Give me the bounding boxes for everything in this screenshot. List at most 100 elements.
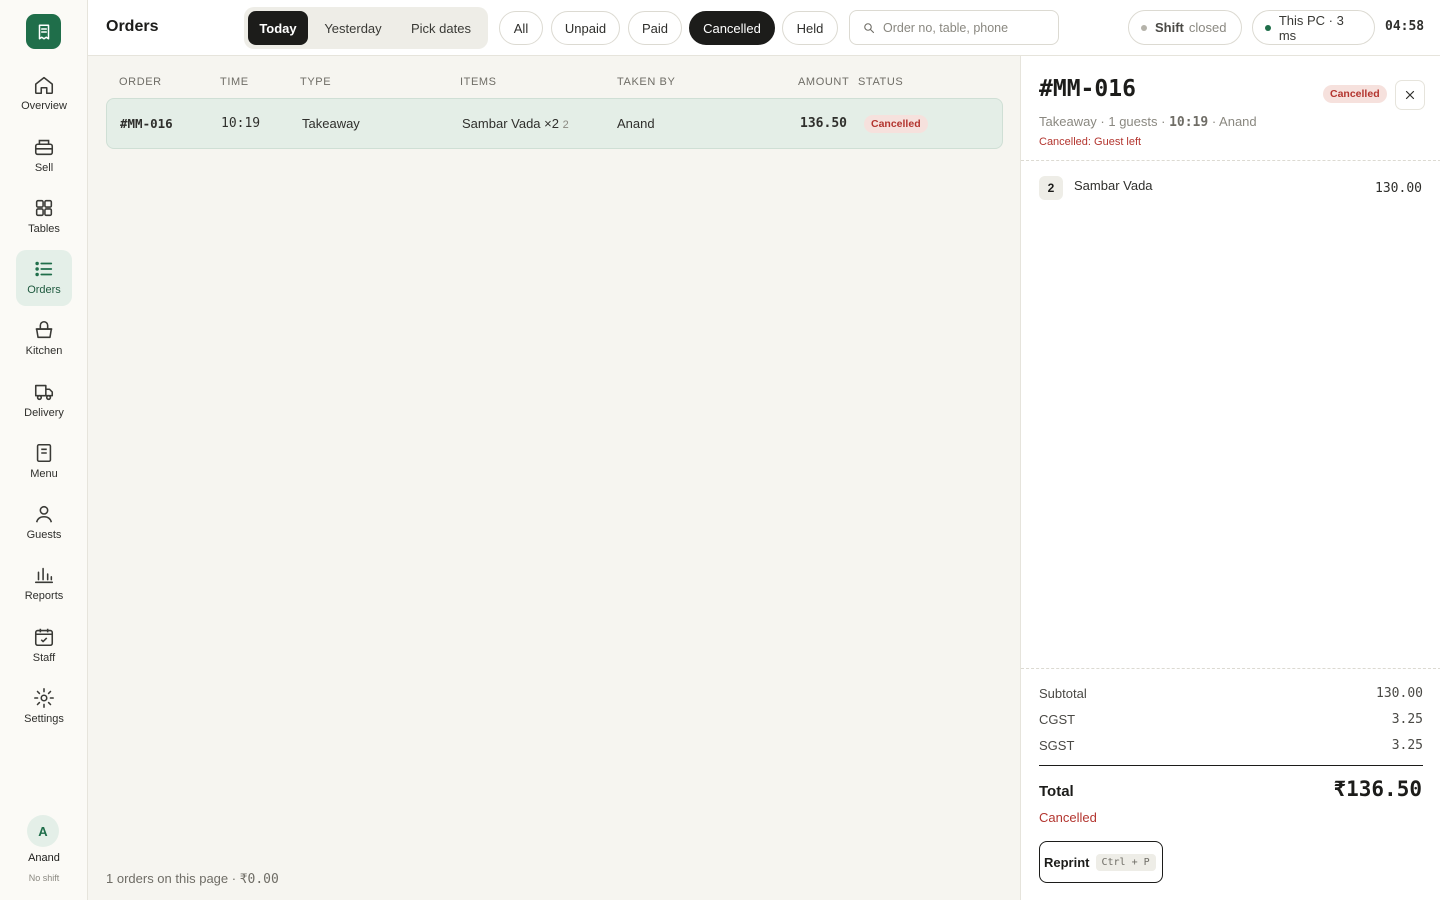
keyboard-shortcut: Ctrl + P xyxy=(1095,853,1156,871)
search-icon xyxy=(864,22,875,33)
search-box xyxy=(849,10,1059,45)
summary-value: 130.00 xyxy=(1376,686,1423,701)
column-header-items: ITEMS xyxy=(460,76,497,88)
home-icon xyxy=(34,76,54,95)
order-items: Sambar Vada ×2 2 xyxy=(462,116,569,131)
order-taken-by: Anand xyxy=(617,116,655,131)
calendar-check-icon xyxy=(34,628,54,647)
column-header-time: TIME xyxy=(220,76,249,88)
sidebar-item-label: Overview xyxy=(21,100,67,112)
gear-icon xyxy=(34,688,54,708)
sidebar-item-staff[interactable]: Staff xyxy=(16,618,72,674)
sidebar-item-label: Orders xyxy=(27,284,61,296)
shift-label: Shift xyxy=(1155,20,1184,35)
bar-chart-icon xyxy=(34,567,54,584)
close-icon xyxy=(1405,90,1415,100)
receipt-icon xyxy=(38,24,49,39)
user-name: Anand xyxy=(28,852,60,864)
list-icon xyxy=(35,261,53,277)
footer-amount: ₹0.00 xyxy=(239,872,279,887)
table-row[interactable]: #MM-016 10:19 Takeaway Sambar Vada ×2 2 … xyxy=(106,98,1003,149)
divider xyxy=(1039,765,1423,766)
avatar[interactable]: A xyxy=(27,815,59,847)
order-items-text: Sambar Vada ×2 xyxy=(462,116,559,131)
sidebar-item-tables[interactable]: Tables xyxy=(16,189,72,245)
sidebar-item-label: Menu xyxy=(30,468,58,480)
order-status: Cancelled xyxy=(864,115,928,133)
grid-icon xyxy=(35,199,53,217)
sidebar-item-sell[interactable]: Sell xyxy=(16,128,72,184)
detail-order-number: #MM-016 xyxy=(1039,76,1136,102)
sidebar-item-label: Guests xyxy=(26,529,62,541)
meta-suffix: · Anand xyxy=(1208,114,1257,129)
filter-cancelled[interactable]: Cancelled xyxy=(689,11,775,45)
truck-icon xyxy=(34,384,54,401)
summary-sgst: SGST 3.25 xyxy=(1039,738,1423,753)
sidebar-item-label: Reports xyxy=(24,590,64,602)
meta-time: 10:19 xyxy=(1169,115,1209,130)
sidebar-item-settings[interactable]: Settings xyxy=(16,679,72,735)
item-name: Sambar Vada xyxy=(1074,178,1153,193)
shift-status: closed xyxy=(1188,20,1227,35)
filter-unpaid[interactable]: Unpaid xyxy=(551,11,620,45)
sidebar-item-label: Delivery xyxy=(24,407,64,419)
summary-value: 3.25 xyxy=(1391,712,1423,727)
order-time: 10:19 xyxy=(221,116,261,131)
total-value: ₹136.50 xyxy=(1333,777,1422,801)
summary-subtotal: Subtotal 130.00 xyxy=(1039,686,1423,701)
detail-meta: Takeaway · 1 guests · 10:19 · Anand xyxy=(1039,114,1257,130)
sidebar-item-label: Staff xyxy=(32,652,56,664)
sidebar-item-guests[interactable]: Guests xyxy=(16,495,72,551)
list-footer: 1 orders on this page · ₹0.00 xyxy=(106,871,279,887)
sidebar-item-overview[interactable]: Overview xyxy=(16,66,72,122)
status-dot xyxy=(1141,24,1147,31)
column-header-status: STATUS xyxy=(858,76,904,88)
sidebar-item-kitchen[interactable]: Kitchen xyxy=(16,311,72,367)
sidebar-item-label: Settings xyxy=(24,713,64,725)
tab-yesterday[interactable]: Yesterday xyxy=(310,11,396,45)
date-range-selector: Today Yesterday Pick dates xyxy=(244,7,488,49)
reprint-button[interactable]: Reprint Ctrl + P xyxy=(1039,841,1163,883)
summary-value: 3.25 xyxy=(1391,738,1423,753)
connection-status-chip[interactable]: This PC · 3 ms xyxy=(1252,10,1375,45)
column-header-order: ORDER xyxy=(119,76,162,88)
tab-pick-dates[interactable]: Pick dates xyxy=(398,11,484,45)
sidebar-item-menu[interactable]: Menu xyxy=(16,434,72,490)
search-input[interactable] xyxy=(883,20,1043,35)
cancel-reason: Cancelled: Guest left xyxy=(1039,136,1142,148)
sidebar-item-reports[interactable]: Reports xyxy=(16,556,72,612)
filter-held[interactable]: Held xyxy=(782,11,838,45)
orders-list: ORDER TIME TYPE ITEMS TAKEN BY AMOUNT ST… xyxy=(88,56,1020,900)
clock: 04:58 xyxy=(1385,19,1425,34)
close-button[interactable] xyxy=(1395,80,1425,110)
sidebar-item-label: Kitchen xyxy=(25,345,63,357)
item-amount: 130.00 xyxy=(1375,181,1422,196)
order-number: #MM-016 xyxy=(120,116,173,131)
reprint-label: Reprint xyxy=(1044,854,1090,870)
status-dot xyxy=(1265,24,1271,31)
order-detail-panel: #MM-016 Cancelled Takeaway · 1 guests · … xyxy=(1020,56,1440,900)
filter-all[interactable]: All xyxy=(499,11,543,45)
sidebar: Overview Sell Tables Orders Kitchen Deli… xyxy=(0,0,88,900)
tab-today[interactable]: Today xyxy=(248,11,308,45)
order-type: Takeaway xyxy=(302,116,360,131)
top-bar: Orders Today Yesterday Pick dates All Un… xyxy=(88,0,1440,56)
meta-prefix: Takeaway · 1 guests · xyxy=(1039,114,1170,129)
order-status-text: Cancelled xyxy=(1039,810,1097,825)
app-logo[interactable] xyxy=(26,14,61,49)
sidebar-item-orders[interactable]: Orders xyxy=(16,250,72,306)
summary-label: CGST xyxy=(1039,712,1076,727)
filter-paid[interactable]: Paid xyxy=(628,11,682,45)
order-items-count: 2 xyxy=(562,119,569,131)
user-icon xyxy=(35,505,53,523)
summary-label: SGST xyxy=(1039,738,1075,753)
column-header-type: TYPE xyxy=(300,76,332,88)
order-amount: 136.50 xyxy=(800,116,847,131)
page-title: Orders xyxy=(106,18,159,35)
sidebar-item-delivery[interactable]: Delivery xyxy=(16,373,72,429)
divider xyxy=(1021,668,1440,669)
user-shift-status: No shift xyxy=(28,873,60,883)
summary-label: Subtotal xyxy=(1039,686,1087,701)
sidebar-item-label: Sell xyxy=(34,162,54,174)
shift-status-chip[interactable]: Shift closed xyxy=(1128,10,1242,45)
